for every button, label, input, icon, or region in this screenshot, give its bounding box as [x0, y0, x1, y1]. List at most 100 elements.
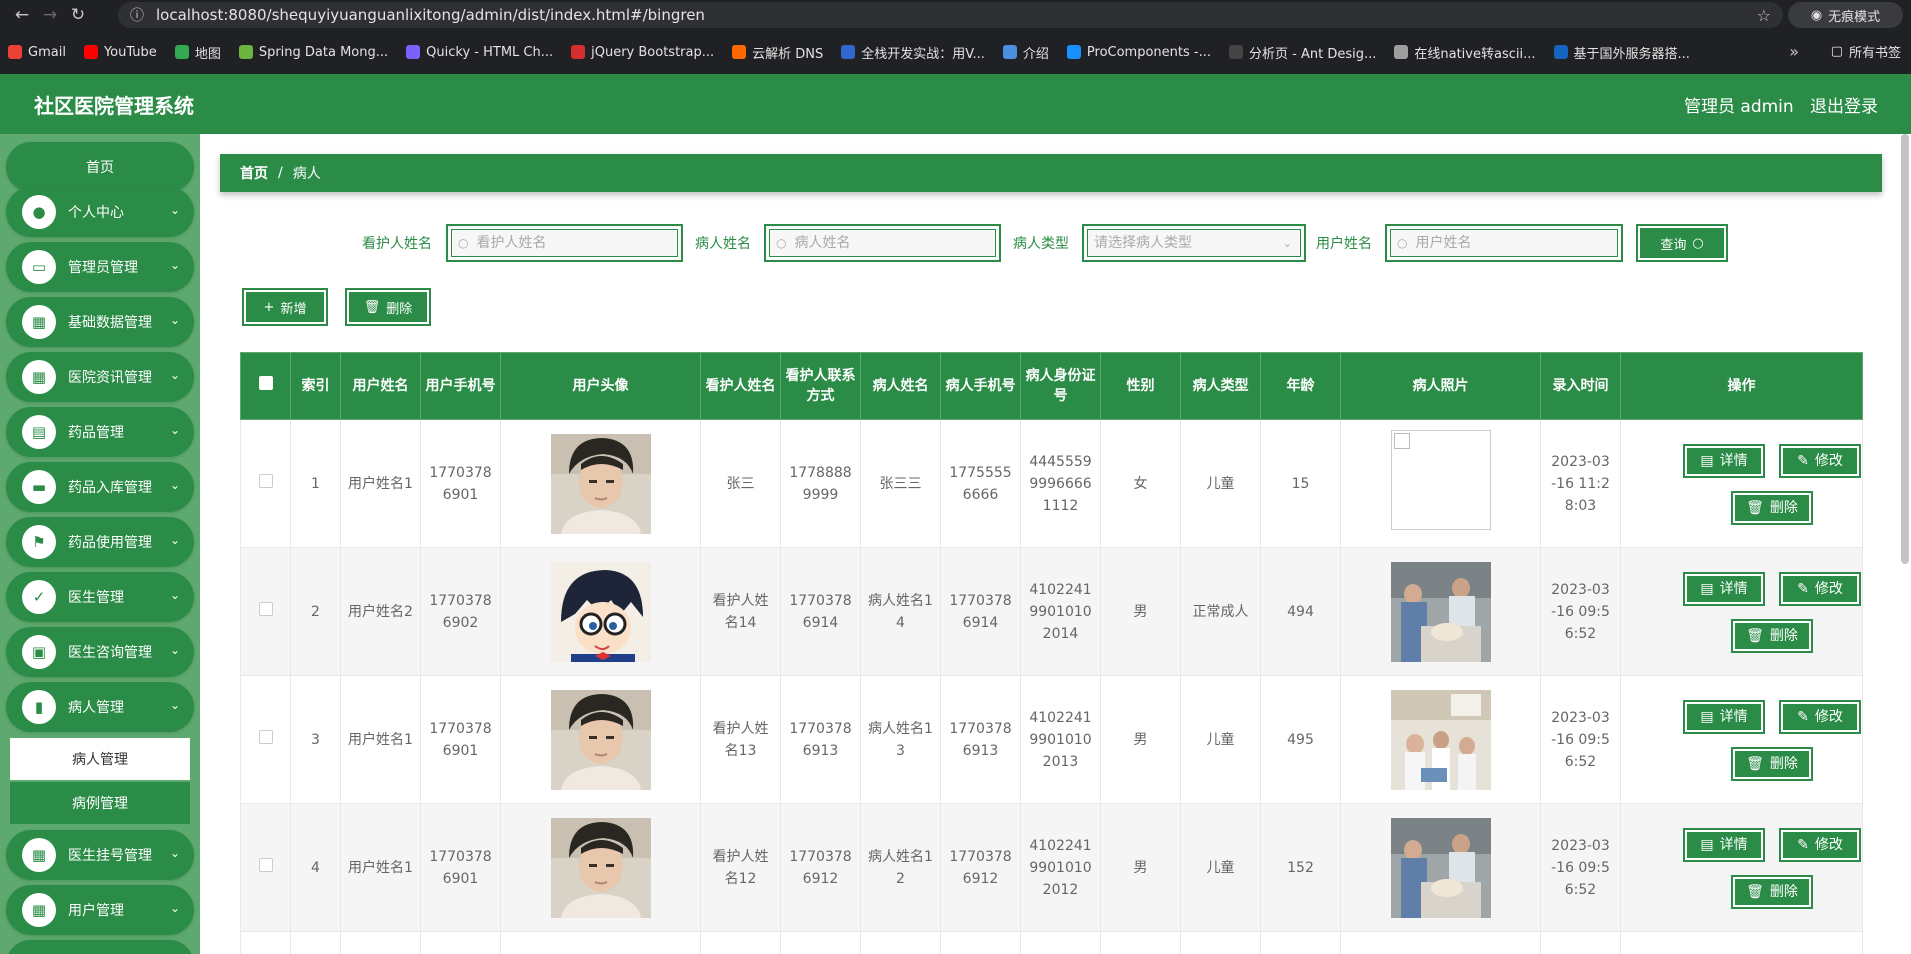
sidebar-item-1[interactable]: ▭ 管理员管理 ⌄	[6, 242, 194, 292]
cell-caretaker: 看护人姓名13	[700, 675, 781, 804]
sidebar-item-9[interactable]: ▮ 病人管理 ⌄	[6, 682, 194, 732]
bookmark-item[interactable]: 全栈开发实战：用V...	[841, 43, 985, 62]
bookmark-item[interactable]: Spring Data Mong...	[238, 45, 388, 60]
bookmark-item[interactable]: 分析页 - Ant Desig...	[1229, 43, 1376, 62]
query-button[interactable]: 查询 ○	[1636, 224, 1728, 262]
delete-button[interactable]: 🗑 删除	[1731, 875, 1813, 909]
sidebar-item-label: 医生挂号管理	[68, 848, 152, 864]
back-icon[interactable]: ←	[8, 0, 36, 30]
patient-type-select[interactable]: ⌄	[1082, 224, 1306, 262]
batch-delete-button[interactable]: 🗑 删除	[345, 288, 431, 326]
sidebar-item-6[interactable]: ⚑ 药品使用管理 ⌄	[6, 517, 194, 567]
row-select-cell[interactable]	[240, 803, 291, 932]
cell-type: 正常成人	[1180, 547, 1261, 676]
sidebar-item-home[interactable]: 首页	[6, 142, 194, 192]
bookmark-star-icon[interactable]: ☆	[1757, 6, 1771, 25]
detail-button[interactable]: ▤ 详情	[1683, 572, 1765, 606]
bookmark-item[interactable]: YouTube	[83, 45, 157, 60]
add-button[interactable]: + 新增	[242, 288, 328, 326]
edit-label: 修改	[1814, 581, 1843, 597]
breadcrumb-current: 病人	[292, 166, 321, 182]
table-cell	[420, 931, 501, 954]
edit-button[interactable]: ✎ 修改	[1779, 700, 1861, 734]
site-info-icon[interactable]: ⓘ	[130, 5, 144, 25]
patient-type-input[interactable]	[1094, 235, 1264, 251]
delete-button[interactable]: 🗑 删除	[1731, 619, 1813, 653]
cell-id-card: 444555999966661112	[1020, 419, 1101, 548]
all-bookmarks-button[interactable]: ▢ 所有书签	[1831, 42, 1901, 61]
user-search-field[interactable]: ○	[1385, 224, 1623, 262]
row-checkbox[interactable]	[258, 857, 273, 872]
edit-button[interactable]: ✎ 修改	[1779, 572, 1861, 606]
bookmarks-overflow-icon[interactable]: »	[1789, 42, 1799, 61]
bookmark-item[interactable]: 地图	[174, 43, 221, 62]
edit-button[interactable]: ✎ 修改	[1779, 444, 1861, 478]
address-bar[interactable]: ⓘ localhost:8080/shequyiyuanguanlixitong…	[118, 2, 1783, 28]
column-header: 性别	[1100, 352, 1181, 420]
cell-index: 1	[290, 419, 341, 548]
bookmark-item[interactable]: ProComponents -...	[1066, 45, 1211, 60]
select-all-cell[interactable]	[240, 352, 291, 420]
sidebar-item-7[interactable]: ✓ 医生管理 ⌄	[6, 572, 194, 622]
patient-search-field[interactable]: ○	[764, 224, 1001, 262]
row-checkbox[interactable]	[258, 473, 273, 488]
chevron-down-icon: ⌄	[1282, 237, 1292, 250]
row-select-cell[interactable]	[240, 547, 291, 676]
bookmark-favicon-icon	[841, 45, 856, 59]
row-select-cell[interactable]	[240, 675, 291, 804]
bookmark-item[interactable]: Quicky - HTML Ch...	[406, 45, 553, 60]
sidebar-item-5[interactable]: ▬ 药品入库管理 ⌄	[6, 462, 194, 512]
cell-patient: 病人姓名12	[860, 803, 941, 932]
chevron-down-icon: ⌄	[169, 698, 180, 712]
sidebar-item-0[interactable]: ● 个人中心 ⌄	[6, 187, 194, 237]
page-scrollbar[interactable]	[1901, 134, 1909, 564]
user-avatar-cell	[500, 675, 701, 804]
bookmark-item[interactable]: Gmail	[8, 45, 66, 60]
incognito-badge[interactable]: ◉ 无痕模式	[1788, 2, 1903, 28]
trash-icon: 🗑	[1746, 884, 1764, 900]
bookmark-item[interactable]: 基于国外服务器搭...	[1553, 43, 1690, 62]
sidebar-item-8[interactable]: ▣ 医生咨询管理 ⌄	[6, 627, 194, 677]
edit-label: 修改	[1814, 837, 1843, 853]
sidebar-item-3[interactable]: ▦ 医院资讯管理 ⌄	[6, 352, 194, 402]
delete-button[interactable]: 🗑 删除	[1731, 747, 1813, 781]
sidebar-subitem-1[interactable]: 病例管理	[10, 782, 190, 824]
cell-patient: 病人姓名13	[860, 675, 941, 804]
forward-icon[interactable]: →	[36, 0, 64, 30]
reload-icon[interactable]: ↻	[64, 0, 92, 30]
cell-age: 494	[1260, 547, 1341, 676]
patient-search-input[interactable]	[794, 235, 955, 251]
detail-label: 详情	[1719, 837, 1748, 853]
sidebar-item-label: 个人中心	[68, 205, 124, 221]
sidebar-item-partial[interactable]	[6, 940, 194, 954]
bookmark-item[interactable]: 云解析 DNS	[732, 43, 823, 62]
delete-button[interactable]: 🗑 删除	[1731, 491, 1813, 525]
broken-image-icon	[1390, 430, 1491, 530]
sidebar-subitem-0[interactable]: 病人管理	[10, 738, 190, 780]
sidebar-item-bottom-0[interactable]: ▦ 医生挂号管理 ⌄	[6, 830, 194, 880]
sidebar-item-4[interactable]: ▤ 药品管理 ⌄	[6, 407, 194, 457]
bookmark-item[interactable]: 在线native转ascii...	[1394, 43, 1536, 62]
caretaker-search-field[interactable]: ○	[446, 224, 683, 262]
detail-button[interactable]: ▤ 详情	[1683, 700, 1765, 734]
edit-button[interactable]: ✎ 修改	[1779, 828, 1861, 862]
row-checkbox[interactable]	[258, 601, 273, 616]
bookmark-item[interactable]: 介绍	[1002, 43, 1049, 62]
bookmark-label: jQuery Bootstrap...	[591, 44, 715, 60]
sidebar-item-2[interactable]: ▦ 基础数据管理 ⌄	[6, 297, 194, 347]
column-header: 病人身份证号	[1020, 352, 1101, 420]
breadcrumb-home[interactable]: 首页	[240, 163, 268, 183]
grid-icon: ▦	[22, 305, 56, 339]
user-search-input[interactable]	[1415, 235, 1576, 251]
sidebar-item-bottom-1[interactable]: ▦ 用户管理 ⌄	[6, 885, 194, 935]
bookmark-item[interactable]: jQuery Bootstrap...	[571, 45, 714, 60]
logout-link[interactable]: 退出登录	[1810, 92, 1878, 117]
caretaker-search-input[interactable]	[476, 235, 637, 251]
row-select-cell[interactable]	[240, 419, 291, 548]
bookmark-label: 分析页 - Ant Desig...	[1249, 46, 1377, 62]
select-all-checkbox[interactable]	[258, 376, 273, 390]
detail-button[interactable]: ▤ 详情	[1683, 444, 1765, 478]
document-icon: ▤	[1700, 453, 1714, 469]
detail-button[interactable]: ▤ 详情	[1683, 828, 1765, 862]
row-checkbox[interactable]	[258, 729, 273, 744]
